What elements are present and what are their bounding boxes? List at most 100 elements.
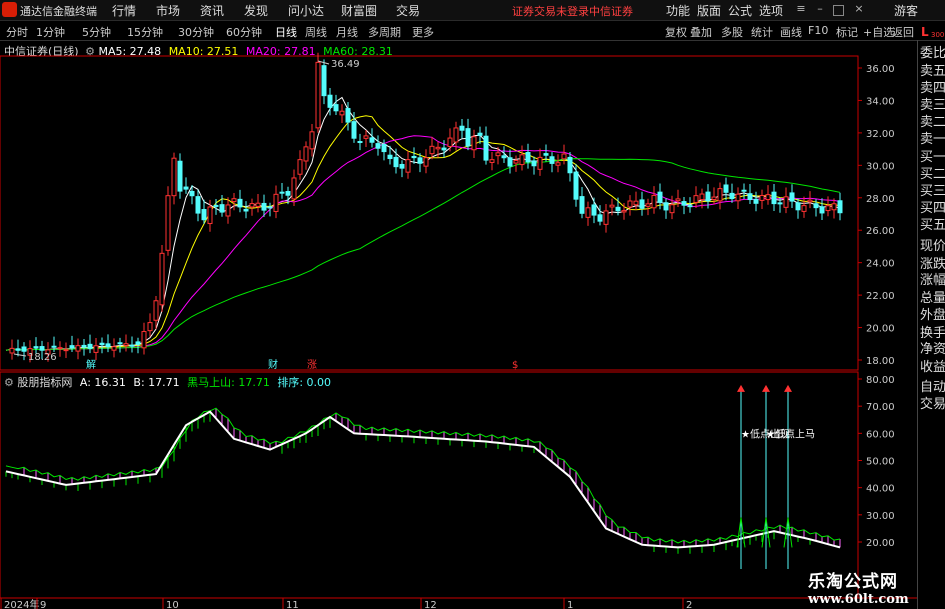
candle-body <box>465 128 471 147</box>
top-btn-gongshi[interactable]: 公式 <box>728 2 752 19</box>
maximize-icon[interactable] <box>833 5 844 16</box>
tool-fuquan[interactable]: 复权 <box>665 24 687 40</box>
tool-fanhui[interactable]: 返回 <box>892 24 914 40</box>
candle-body <box>615 206 621 212</box>
candle-body <box>585 207 591 218</box>
candle-body <box>351 121 357 139</box>
close-icon[interactable]: × <box>853 3 865 15</box>
period-1min[interactable]: 1分钟 <box>36 24 65 40</box>
right-panel-item: 卖二 <box>920 115 945 130</box>
candle-body <box>759 195 765 201</box>
price-tick-label: 30.00 <box>866 161 895 172</box>
candle-body <box>603 210 609 225</box>
app-title: 通达信金融终端 <box>20 5 97 18</box>
period-fenshi[interactable]: 分时 <box>6 24 28 40</box>
tool-huaxian[interactable]: 画线 <box>780 24 802 40</box>
price-tick-label: 32.00 <box>866 129 895 140</box>
candle-body <box>123 343 129 346</box>
sub-tick-label: 80.00 <box>866 375 895 386</box>
candle-body <box>237 198 243 208</box>
candle-body <box>189 190 195 197</box>
candle-body <box>429 145 435 155</box>
right-panel-item: 外盘 <box>920 308 945 323</box>
tool-duogu[interactable]: 多股 <box>721 24 743 40</box>
period-daily[interactable]: 日线 <box>275 24 297 40</box>
top-btn-xuanxiang[interactable]: 选项 <box>759 2 783 19</box>
menu-shichang[interactable]: 市场 <box>156 2 180 19</box>
candle-body <box>723 184 729 193</box>
candle-body <box>753 198 759 204</box>
candle-body <box>261 202 267 211</box>
candle-body <box>483 135 489 161</box>
sub-tick-label: 20.00 <box>866 538 895 549</box>
candle-body <box>63 349 69 352</box>
broker-name[interactable]: 中信证券 <box>589 3 633 19</box>
candle-body <box>489 159 495 163</box>
menu-caifuquan[interactable]: 财富圈 <box>341 2 377 19</box>
minimize-icon[interactable]: – <box>814 3 826 15</box>
menu-jiaoyi[interactable]: 交易 <box>396 2 420 19</box>
candle-body <box>177 160 183 192</box>
candle-body <box>267 206 273 209</box>
candle-body <box>579 196 585 214</box>
right-panel-item: 现价 <box>920 239 945 254</box>
top-btn-banmian[interactable]: 版面 <box>697 2 721 19</box>
sub-tick-label: 30.00 <box>866 511 895 522</box>
candle-body <box>255 202 261 207</box>
tool-biaoji[interactable]: 标记 <box>836 24 858 40</box>
guest-label[interactable]: 游客 <box>894 2 918 19</box>
candle-body <box>165 195 171 251</box>
candle-body <box>549 156 555 164</box>
high-price-label: 36.49 <box>331 59 360 70</box>
right-panel-item: 总量 <box>920 291 945 306</box>
candle-body <box>591 204 597 216</box>
candle-body <box>561 153 567 160</box>
candle-body <box>447 137 453 147</box>
event-mark: 涨 <box>307 359 317 371</box>
menu-hangqing[interactable]: 行情 <box>112 2 136 19</box>
period-monthly[interactable]: 月线 <box>336 24 358 40</box>
right-panel-item: 交易 <box>920 397 945 412</box>
right-panel-item: 涨幅 <box>920 273 945 288</box>
period-more[interactable]: 更多 <box>412 24 434 40</box>
period-5min[interactable]: 5分钟 <box>82 24 111 40</box>
right-panel-item: 净资 <box>920 342 945 357</box>
price-tick-label: 20.00 <box>866 324 895 335</box>
candle-body <box>663 202 669 211</box>
candle-body <box>285 191 291 196</box>
tool-f10[interactable]: F10 <box>808 24 828 37</box>
kline-chart[interactable]: ★低点出现★低点上马 36.0034.0032.0030.0028.0026.0… <box>0 40 917 609</box>
tool-tongji[interactable]: 统计 <box>751 24 773 40</box>
candle-body <box>807 199 813 203</box>
candle-body <box>183 186 189 190</box>
candle-body <box>555 162 561 166</box>
period-60min[interactable]: 60分钟 <box>226 24 262 40</box>
candle-body <box>333 104 339 112</box>
top-btn-gongneng[interactable]: 功能 <box>666 2 690 19</box>
candle-body <box>453 127 459 143</box>
tool-diejia[interactable]: 叠加 <box>690 24 712 40</box>
candle-body <box>687 205 693 208</box>
right-panel-item: 卖一 <box>920 132 945 147</box>
candle-body <box>777 202 783 205</box>
menu-zixun[interactable]: 资讯 <box>200 2 224 19</box>
menu-faxian[interactable]: 发现 <box>244 2 268 19</box>
candle-body <box>57 347 63 350</box>
menu-icon[interactable]: ≡ <box>795 3 807 15</box>
candle-body <box>711 196 717 200</box>
candle-body <box>153 300 159 321</box>
candle-body <box>309 131 315 150</box>
period-15min[interactable]: 15分钟 <box>127 24 163 40</box>
menu-wenxiaoda[interactable]: 问小达 <box>288 2 324 19</box>
candle-body <box>417 157 423 164</box>
period-30min[interactable]: 30分钟 <box>178 24 214 40</box>
sub-chart-frame <box>0 371 859 599</box>
period-multi[interactable]: 多周期 <box>368 24 401 40</box>
tool-zixuan[interactable]: +自选 <box>863 24 894 40</box>
candle-body <box>801 205 807 212</box>
period-weekly[interactable]: 周线 <box>305 24 327 40</box>
ma60-line <box>5 158 841 351</box>
login-status[interactable]: 证券交易未登录 <box>512 3 589 19</box>
candle-body <box>171 157 177 197</box>
candle-body <box>39 346 45 351</box>
